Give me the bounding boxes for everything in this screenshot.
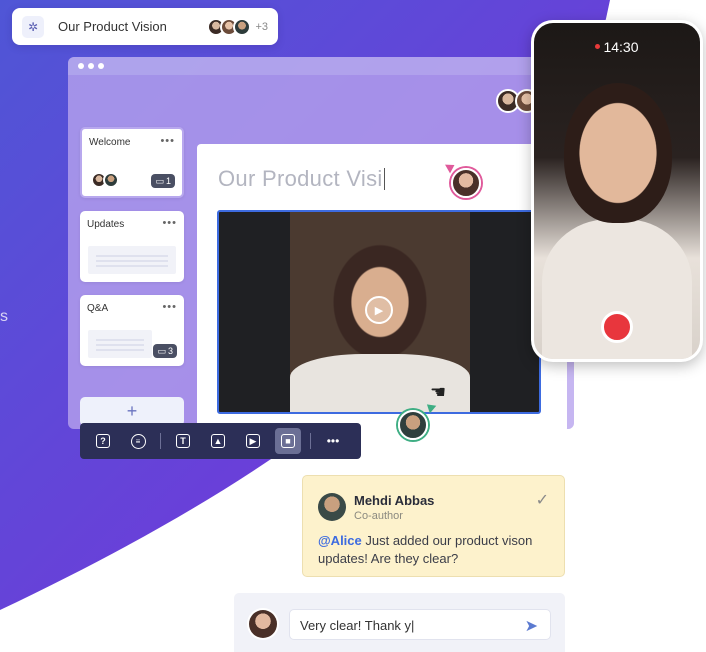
phone-recording-preview: 14:30 — [531, 20, 703, 362]
slide-title-input[interactable]: Our Product Visi — [218, 166, 385, 192]
mention-link[interactable]: @Alice — [318, 533, 362, 548]
play-icon[interactable]: ▶ — [240, 428, 266, 454]
reply-bar: Very clear! Thank y| ➤ — [234, 593, 565, 652]
comment-author: Mehdi Abbas — [354, 493, 435, 508]
play-icon[interactable]: ▶ — [365, 296, 393, 324]
video-icon[interactable]: ■ — [275, 428, 301, 454]
more-options-icon[interactable]: ••• — [162, 301, 177, 313]
editor-body: Welcome ••• ▭ 1 Updates ••• Q&A ••• ▭ 3 — [68, 75, 574, 429]
extra-collaborators-count: +3 — [255, 20, 268, 33]
comment-card: Mehdi Abbas Co-author ✓ @Alice Just adde… — [302, 475, 565, 577]
comment-count-badge[interactable]: ▭ 1 — [151, 174, 175, 188]
video-block[interactable]: ▶ — [217, 210, 541, 414]
toolbar-divider — [310, 433, 311, 449]
more-icon[interactable]: ••• — [320, 428, 346, 454]
avatar — [249, 610, 277, 638]
chat-icon[interactable]: ≡ — [125, 428, 151, 454]
camera-view: 14:30 — [534, 23, 700, 359]
comment-text: @Alice Just added our product vison upda… — [318, 533, 533, 566]
editor-window: Welcome ••• ▭ 1 Updates ••• Q&A ••• ▭ 3 — [68, 57, 574, 429]
avatar — [103, 172, 119, 188]
window-titlebar — [68, 57, 574, 75]
window-dot — [88, 63, 94, 69]
recording-indicator-icon — [595, 44, 601, 49]
reply-input[interactable]: Very clear! Thank y| ➤ — [289, 609, 551, 640]
hand-cursor-icon: ☚ — [430, 382, 447, 402]
slide-thumbnail-updates[interactable]: Updates ••• — [80, 211, 184, 282]
comment-author-role: Co-author — [354, 510, 403, 522]
collaborator-cursor-avatar — [398, 410, 428, 440]
comment-icon: ▭ — [157, 345, 166, 356]
camera-person-face — [564, 83, 672, 223]
slide-avatars — [91, 172, 119, 188]
slide-preview — [88, 330, 152, 358]
question-icon[interactable]: ? — [90, 428, 116, 454]
document-title: Our Product Vision — [58, 19, 167, 34]
image-icon[interactable]: ▲ — [205, 428, 231, 454]
slide-thumbnail-qa[interactable]: Q&A ••• ▭ 3 — [80, 295, 184, 366]
toolbar-divider — [160, 433, 161, 449]
comment-icon: ▭ — [155, 175, 164, 186]
send-icon[interactable]: ➤ — [525, 616, 538, 636]
window-dot — [98, 63, 104, 69]
add-slide-button[interactable]: + — [80, 397, 184, 426]
collaborator-cursor-avatar — [451, 168, 481, 198]
recording-time: 14:30 — [534, 39, 700, 55]
text-caret — [383, 168, 385, 190]
document-title-pill[interactable]: ✲ Our Product Vision +3 — [12, 8, 278, 45]
resolve-check-icon[interactable]: ✓ — [536, 490, 549, 510]
slide-thumbnail-welcome[interactable]: Welcome ••• ▭ 1 — [80, 127, 184, 198]
record-button[interactable] — [601, 311, 633, 343]
partial-heading-text: s — [0, 308, 8, 325]
insert-toolbar: ? ≡ T ▲ ▶ ■ ••• — [80, 423, 361, 459]
slide-canvas[interactable]: Our Product Visi ▶ — [197, 144, 567, 429]
avatar — [318, 493, 346, 521]
comment-count-badge[interactable]: ▭ 3 — [153, 344, 177, 358]
presentation-icon: ✲ — [22, 15, 44, 38]
text-icon[interactable]: T — [170, 428, 196, 454]
more-options-icon[interactable]: ••• — [160, 135, 175, 147]
avatar — [233, 17, 252, 36]
window-dot — [78, 63, 84, 69]
collaborator-avatars[interactable]: +3 — [207, 17, 268, 36]
slide-preview — [88, 246, 176, 274]
more-options-icon[interactable]: ••• — [162, 217, 177, 229]
